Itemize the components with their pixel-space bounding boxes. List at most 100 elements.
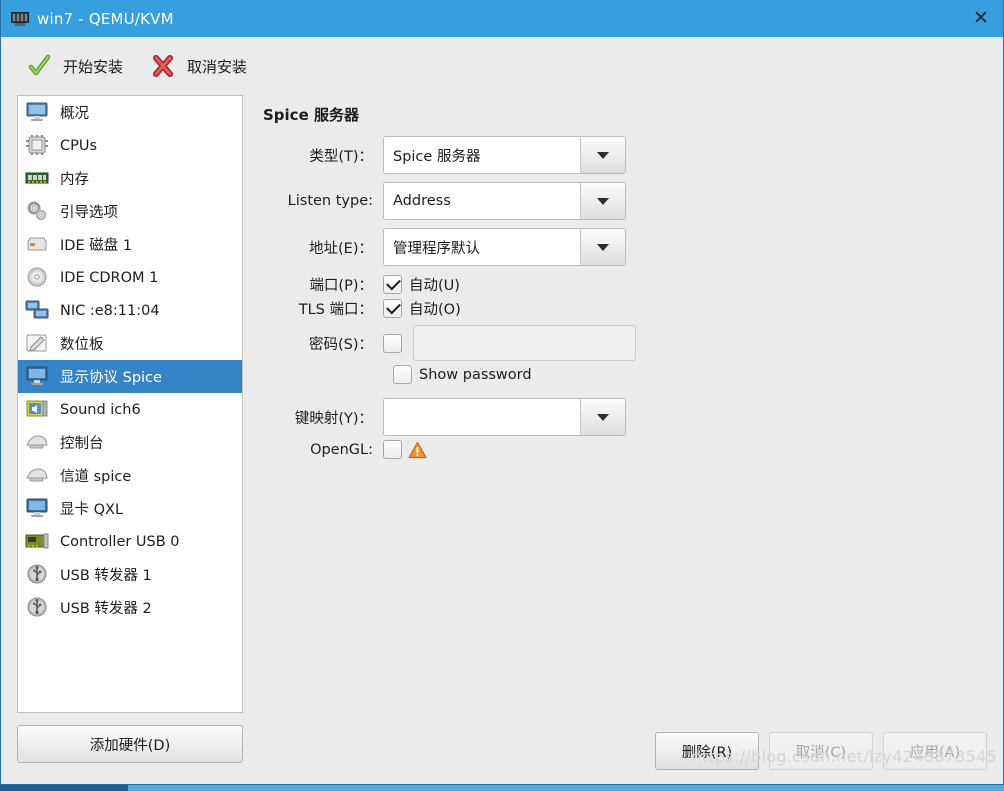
hardware-list-item-label: 信道 spice <box>60 469 132 485</box>
hardware-list-item[interactable]: 显卡 QXL <box>18 492 242 525</box>
address-label: 地址(E)： <box>309 240 373 257</box>
hardware-list-item[interactable]: USB 转发器 2 <box>18 591 242 624</box>
tls-auto-label: 自动(O) <box>409 302 461 318</box>
green-check-icon <box>27 54 51 78</box>
begin-installation-button[interactable]: 开始安装 <box>15 46 135 86</box>
red-x-icon <box>151 54 175 78</box>
type-row: 类型(T)： Spice 服务器 <box>261 136 1003 174</box>
background-window-edge <box>0 785 1004 791</box>
port-row: 端口(P)： 自动(U) <box>261 274 1003 295</box>
window-content: 概况 CPUs 内存引导选项 IDE 磁盘 1 IDE CDROM 1 NIC :e8:1… <box>1 95 1003 784</box>
password-input[interactable] <box>413 325 636 361</box>
hardware-list-item-label: 内存 <box>60 172 89 188</box>
sound-card-icon <box>25 398 51 422</box>
chevron-down-icon[interactable] <box>580 137 625 173</box>
listen-type-select[interactable]: Address <box>383 182 626 220</box>
hardware-list-item-label: 引导选项 <box>60 205 118 221</box>
opengl-row: OpenGL: <box>261 440 1003 459</box>
network-card-icon <box>25 299 51 323</box>
port-auto-label: 自动(U) <box>409 278 460 294</box>
window-titlebar: win7 - QEMU/KVM ✕ <box>1 0 1003 37</box>
hardware-list[interactable]: 概况 CPUs 内存引导选项 IDE 磁盘 1 IDE CDROM 1 NIC :e8:1… <box>17 95 243 713</box>
vm-details-window: win7 - QEMU/KVM ✕ 开始安装 取消安装 概况 CPUs 内存 引… <box>0 0 1004 785</box>
chevron-down-icon[interactable] <box>580 183 625 219</box>
keymap-select[interactable] <box>383 398 626 436</box>
display-icon <box>25 365 51 389</box>
hardware-list-item[interactable]: USB 转发器 1 <box>18 558 242 591</box>
hardware-list-item-label: NIC :e8:11:04 <box>60 302 160 319</box>
hardware-list-item[interactable]: 引导选项 <box>18 195 242 228</box>
chevron-down-icon[interactable] <box>580 229 625 265</box>
address-select[interactable]: 管理程序默认 <box>383 228 626 266</box>
keymap-label: 键映射(Y)： <box>294 410 373 427</box>
cpu-chip-icon <box>25 134 51 158</box>
hardware-list-item[interactable]: Controller USB 0 <box>18 525 242 558</box>
password-label: 密码(S)： <box>308 336 373 353</box>
monitor-icon <box>25 101 51 125</box>
main-toolbar: 开始安装 取消安装 <box>1 37 1003 95</box>
warning-triangle-icon <box>408 441 427 459</box>
window-title: win7 - QEMU/KVM <box>37 9 174 28</box>
cancel-button[interactable]: 取消(C) <box>769 732 873 770</box>
hardware-list-item-label: USB 转发器 1 <box>60 568 152 584</box>
hardware-list-item[interactable]: 内存 <box>18 162 242 195</box>
hardware-list-item-label: CPUs <box>60 137 98 154</box>
tablet-pen-icon <box>25 332 51 356</box>
hardware-list-item-label: Controller USB 0 <box>60 533 180 550</box>
hardware-list-item-label: 数位板 <box>60 337 104 353</box>
hardware-list-item-label: 概况 <box>60 106 89 122</box>
gears-icon <box>25 200 51 224</box>
hardware-list-item[interactable]: CPUs <box>18 129 242 162</box>
hardware-list-item-label: 显卡 QXL <box>60 502 124 518</box>
channel-icon <box>25 464 51 488</box>
cancel-installation-button[interactable]: 取消安装 <box>139 46 259 86</box>
cancel-installation-label: 取消安装 <box>187 57 248 76</box>
computer-icon <box>11 11 29 26</box>
usb-redirector-icon <box>25 596 51 620</box>
address-row: 地址(E)： 管理程序默认 <box>261 228 1003 266</box>
show-password-checkbox[interactable] <box>393 365 412 384</box>
cdrom-disc-icon <box>25 266 51 290</box>
add-hardware-button[interactable]: 添加硬件(D) <box>17 725 243 763</box>
tls-port-label: TLS 端口： <box>298 302 373 318</box>
show-password-label: Show password <box>419 366 532 383</box>
show-password-row: Show password <box>261 365 1003 384</box>
opengl-label: OpenGL: <box>310 441 373 458</box>
hardware-list-item[interactable]: 控制台 <box>18 426 242 459</box>
port-auto-checkbox[interactable] <box>383 275 402 294</box>
keymap-select-value <box>384 399 580 435</box>
hardware-list-item[interactable]: 信道 spice <box>18 459 242 492</box>
memory-ram-icon <box>25 167 51 191</box>
type-select-value: Spice 服务器 <box>384 137 580 173</box>
keymap-row: 键映射(Y)： <box>261 398 1003 436</box>
page-title: Spice 服务器 <box>263 106 359 124</box>
password-row: 密码(S)： <box>261 325 1003 361</box>
type-select[interactable]: Spice 服务器 <box>383 136 626 174</box>
hardware-list-item[interactable]: Sound ich6 <box>18 393 242 426</box>
hardware-list-item[interactable]: 数位板 <box>18 327 242 360</box>
hardware-list-item[interactable]: 概况 <box>18 96 242 129</box>
port-label: 端口(P)： <box>309 278 373 294</box>
listen-type-select-value: Address <box>384 183 580 219</box>
hardware-list-item[interactable]: NIC :e8:11:04 <box>18 294 242 327</box>
hardware-list-item-label: 控制台 <box>60 436 104 452</box>
tls-auto-checkbox[interactable] <box>383 299 402 318</box>
usb-controller-icon <box>25 530 51 554</box>
hardware-list-item[interactable]: IDE CDROM 1 <box>18 261 242 294</box>
type-label: 类型(T)： <box>309 148 373 165</box>
listen-type-row: Listen type: Address <box>261 182 1003 220</box>
hardware-list-item-label: IDE CDROM 1 <box>60 269 159 286</box>
hardware-list-item-label: IDE 磁盘 1 <box>60 238 133 254</box>
close-icon[interactable]: ✕ <box>971 9 991 29</box>
footer-buttons: 删除(R) 取消(C) 应用(A) <box>655 732 987 770</box>
hardware-list-item[interactable]: 显示协议 Spice <box>18 360 242 393</box>
opengl-checkbox[interactable] <box>383 440 402 459</box>
hardware-panel: 概况 CPUs 内存引导选项 IDE 磁盘 1 IDE CDROM 1 NIC :e8:1… <box>17 95 243 784</box>
delete-button[interactable]: 删除(R) <box>655 732 759 770</box>
spice-settings-panel: Spice 服务器 类型(T)： Spice 服务器 Listen type: … <box>243 95 1003 784</box>
usb-redirector-icon <box>25 563 51 587</box>
chevron-down-icon[interactable] <box>580 399 625 435</box>
password-enable-checkbox[interactable] <box>383 333 402 353</box>
apply-button[interactable]: 应用(A) <box>883 732 987 770</box>
hardware-list-item[interactable]: IDE 磁盘 1 <box>18 228 242 261</box>
